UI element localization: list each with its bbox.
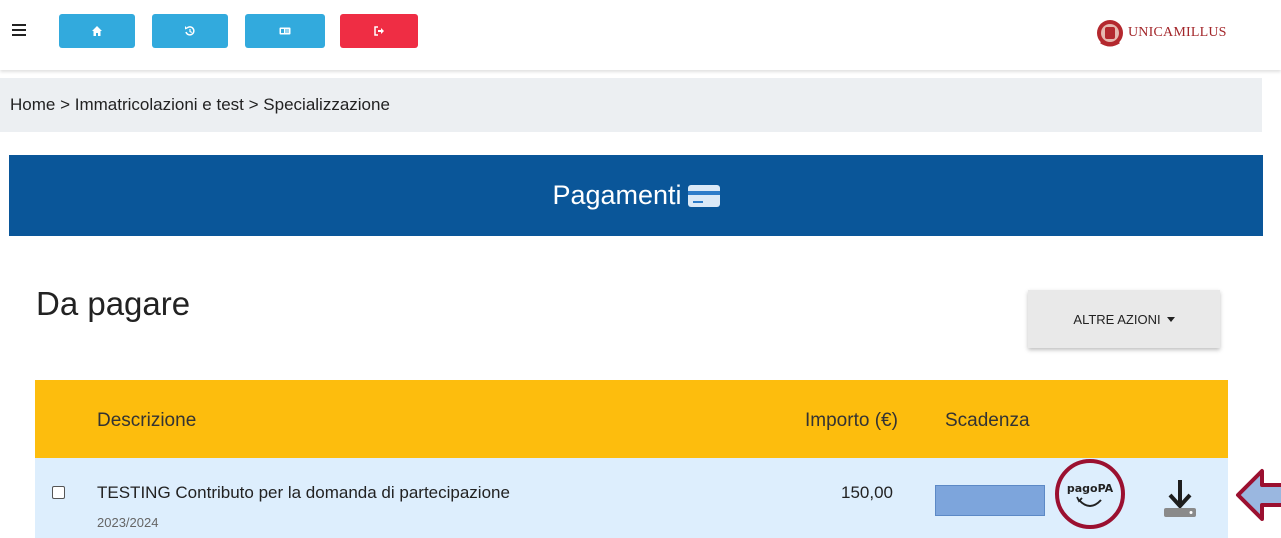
row-checkbox[interactable] — [52, 486, 65, 499]
top-bar: UNICAMILLUS — [0, 0, 1281, 70]
payment-tag: TESTING — [97, 483, 171, 502]
page-title: Pagamenti — [552, 180, 682, 210]
breadcrumb-separator: > — [60, 95, 71, 114]
history-button[interactable] — [152, 14, 228, 48]
logo-text: UNICAMILLUS — [1128, 25, 1227, 40]
id-card-icon — [279, 27, 291, 35]
redacted-due-date — [935, 485, 1045, 516]
other-actions-label: ALTRE AZIONI — [1073, 311, 1161, 327]
annotation-arrow-icon — [1236, 469, 1281, 521]
breadcrumb-item-immatricolazioni[interactable]: Immatricolazioni e test — [75, 95, 244, 115]
page-title-banner: Pagamenti — [9, 155, 1263, 236]
unicamillus-logo[interactable]: UNICAMILLUS — [1095, 18, 1227, 48]
payment-description-text: Contributo per la domanda di partecipazi… — [175, 483, 510, 502]
payment-year: 2023/2024 — [97, 515, 159, 530]
download-icon[interactable] — [1158, 476, 1202, 520]
id-card-button[interactable] — [245, 14, 325, 48]
column-header-description: Descrizione — [97, 410, 197, 431]
payment-amount: 150,00 — [841, 483, 893, 502]
home-button[interactable] — [59, 14, 135, 48]
history-icon — [185, 26, 195, 36]
payment-description: TESTING Contributo per la domanda di par… — [97, 483, 510, 503]
section-title: Da pagare — [36, 285, 191, 322]
table-header: Descrizione Importo (€) Scadenza — [35, 380, 1228, 458]
breadcrumb-separator: > — [248, 95, 259, 114]
breadcrumb: Home > Immatricolazioni e test > Special… — [0, 78, 1262, 132]
pagopa-label: pagoPA — [1067, 482, 1114, 495]
home-icon — [92, 26, 102, 36]
hamburger-menu-icon[interactable] — [12, 24, 26, 38]
column-header-amount: Importo (€) — [805, 410, 898, 431]
crest-icon — [1097, 20, 1123, 47]
logout-button[interactable] — [340, 14, 418, 48]
caret-down-icon — [1166, 316, 1175, 322]
other-actions-dropdown[interactable]: ALTRE AZIONI — [1028, 290, 1220, 348]
breadcrumb-item-home[interactable]: Home — [10, 95, 55, 115]
logout-icon — [374, 26, 384, 36]
table-row: TESTING Contributo per la domanda di par… — [35, 458, 1228, 538]
credit-card-icon — [687, 184, 720, 207]
pagopa-pay-icon[interactable]: pagoPA — [1055, 458, 1125, 530]
column-header-due-date: Scadenza — [945, 410, 1030, 431]
breadcrumb-item-current: Specializzazione — [263, 95, 390, 114]
